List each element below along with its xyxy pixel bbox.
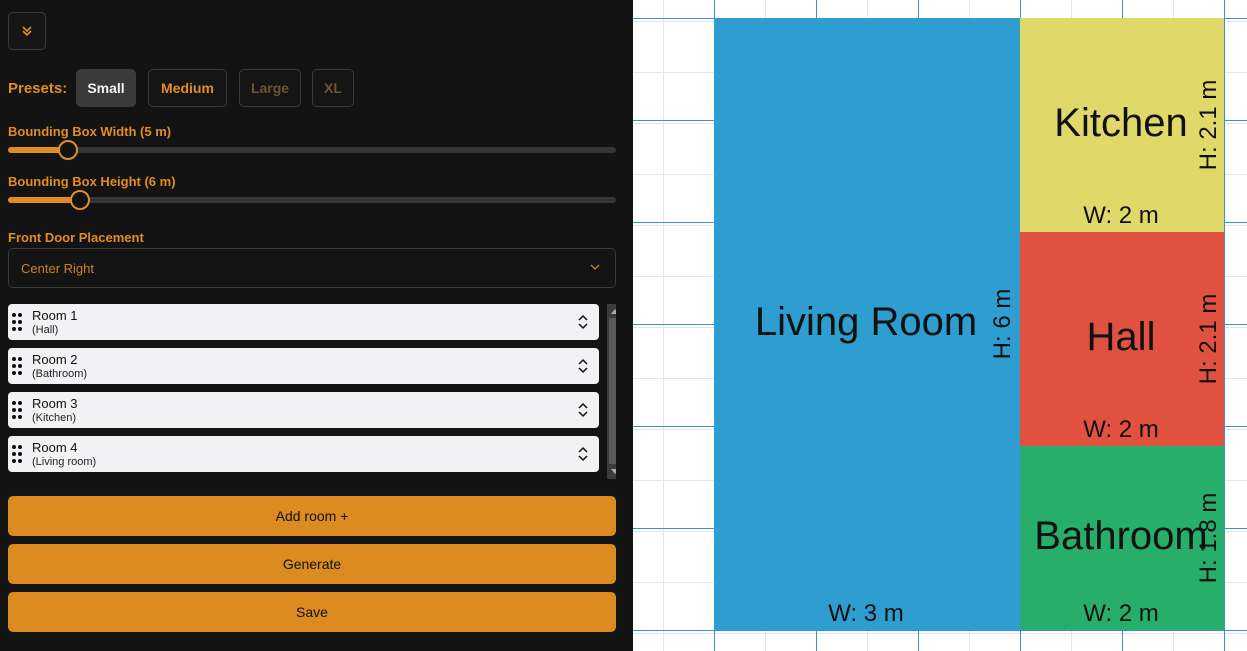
width-slider-label: Bounding Box Width (5 m) [8, 124, 172, 139]
add-room-button[interactable]: Add room + [8, 496, 616, 536]
hall-width: W: 2 m [1083, 416, 1159, 443]
floor-plan-canvas[interactable]: Living Room W: 3 m H: 6 m Kitchen W: 2 m… [633, 0, 1247, 651]
chevron-down-icon [590, 264, 600, 270]
kitchen-width: W: 2 m [1083, 202, 1159, 229]
room-name: Room 4 [32, 440, 78, 455]
drag-handle-icon[interactable] [11, 444, 23, 464]
bathroom-width: W: 2 m [1083, 600, 1159, 627]
drag-handle-icon[interactable] [11, 312, 23, 332]
living-room-name: Living Room [755, 300, 977, 344]
room-type: (Bathroom) [32, 368, 88, 380]
expand-icon[interactable] [577, 446, 589, 462]
height-slider-thumb[interactable] [70, 190, 90, 210]
presets-label: Presets: [8, 80, 68, 97]
scroll-down-icon[interactable] [611, 469, 616, 474]
bathroom-name: Bathroom [1034, 514, 1207, 558]
room-item-1[interactable]: Room 1 (Hall) [8, 304, 599, 340]
room-name: Room 1 [32, 308, 78, 323]
kitchen-height: H: 2.1 m [1195, 80, 1222, 171]
preset-medium-button[interactable]: Medium [148, 69, 227, 107]
bathroom-height: H: 1.8 m [1195, 493, 1222, 584]
collapse-button[interactable] [8, 12, 46, 50]
room-list-scrollbar[interactable] [607, 304, 616, 479]
expand-icon[interactable] [577, 402, 589, 418]
preset-xl-button[interactable]: XL [312, 69, 354, 107]
kitchen-name: Kitchen [1054, 101, 1187, 145]
drag-handle-icon[interactable] [11, 400, 23, 420]
room-name: Room 2 [32, 352, 78, 367]
hall-name: Hall [1087, 315, 1156, 359]
room-name: Room 3 [32, 396, 78, 411]
living-room-height: H: 6 m [989, 289, 1016, 360]
height-slider[interactable] [8, 190, 616, 210]
room-type: (Kitchen) [32, 412, 77, 424]
hall-height: H: 2.1 m [1195, 294, 1222, 385]
door-placement-value: Center Right [21, 261, 94, 276]
expand-icon[interactable] [577, 358, 589, 374]
height-slider-fill [8, 197, 78, 203]
control-panel: Presets: Small Medium Large XL Bounding … [0, 0, 633, 651]
door-placement-select[interactable]: Center Right [8, 248, 616, 288]
room-list: Room 1 (Hall) Room 2 (Bathroom) Room 3 (… [8, 304, 616, 479]
height-slider-label: Bounding Box Height (6 m) [8, 174, 176, 189]
chevrons-down-icon [22, 26, 32, 37]
drag-handle-icon[interactable] [11, 356, 23, 376]
scroll-up-icon[interactable] [611, 309, 616, 314]
room-item-3[interactable]: Room 3 (Kitchen) [8, 392, 599, 428]
door-placement-label: Front Door Placement [8, 230, 144, 245]
expand-icon[interactable] [577, 314, 589, 330]
scrollbar-thumb[interactable] [609, 318, 616, 464]
preset-small-button[interactable]: Small [76, 69, 136, 107]
living-room-width: W: 3 m [828, 600, 904, 627]
room-item-4[interactable]: Room 4 (Living room) [8, 436, 599, 472]
room-item-2[interactable]: Room 2 (Bathroom) [8, 348, 599, 384]
save-button[interactable]: Save [8, 592, 616, 632]
room-type: (Living room) [32, 456, 97, 468]
preset-large-button[interactable]: Large [239, 69, 301, 107]
width-slider-thumb[interactable] [58, 140, 78, 160]
generate-button[interactable]: Generate [8, 544, 616, 584]
width-slider[interactable] [8, 140, 616, 160]
floor-plan: Living Room W: 3 m H: 6 m Kitchen W: 2 m… [633, 0, 1247, 651]
room-type: (Hall) [32, 324, 59, 336]
